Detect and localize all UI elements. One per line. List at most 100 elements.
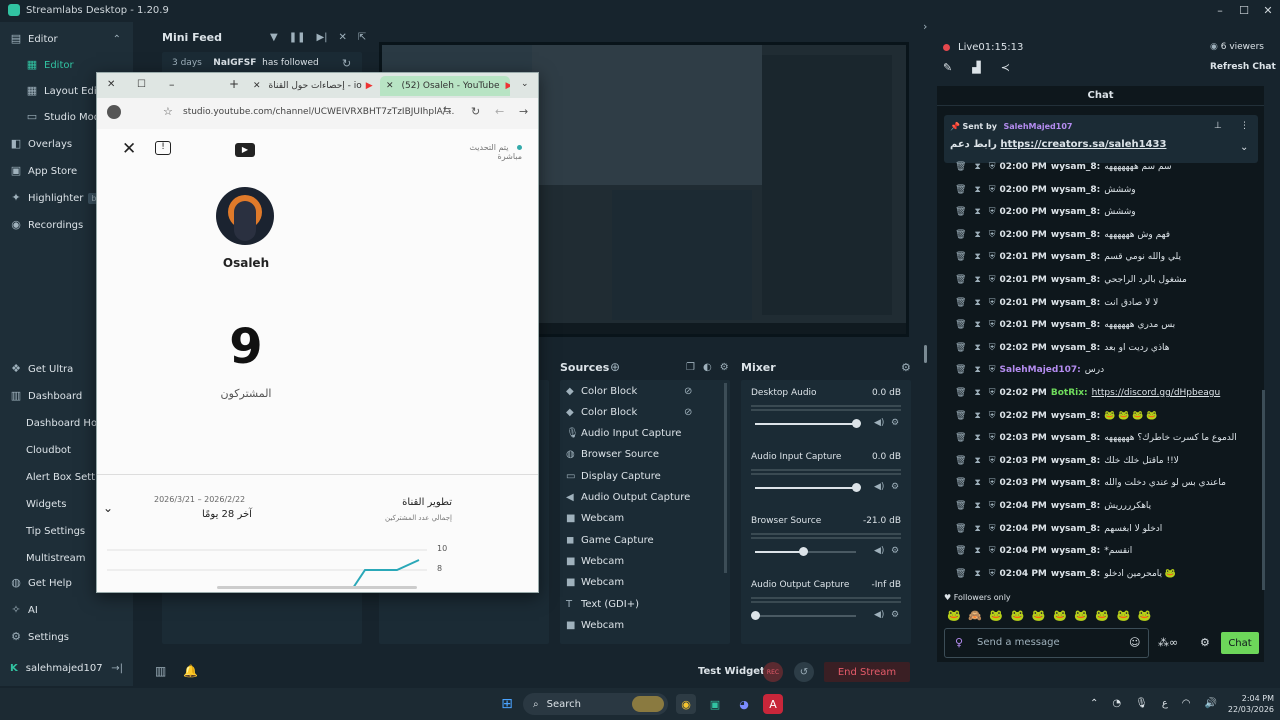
timeout-icon[interactable]: ⧗	[974, 456, 980, 466]
close-window-icon[interactable]: ✕	[107, 79, 115, 90]
timeout-icon[interactable]: ⧗	[974, 388, 980, 398]
hide-icon[interactable]: ◐	[703, 362, 712, 373]
volume-knob[interactable]	[799, 547, 809, 556]
delete-icon[interactable]: 🗑	[955, 162, 966, 172]
volume-slider[interactable]	[751, 611, 856, 620]
delete-icon[interactable]: 🗑	[955, 230, 966, 240]
test-widgets-label[interactable]: Test Widgets	[698, 666, 771, 677]
reload-icon[interactable]: ↻	[471, 105, 480, 118]
windows-start-icon[interactable]: ⊞	[497, 694, 517, 714]
source-item[interactable]: ▭ Display Capture	[566, 466, 706, 486]
source-item[interactable]: ◍ Browser Source	[566, 445, 706, 465]
dashboard-icon[interactable]: ▟	[972, 61, 980, 74]
tray-chevron-icon[interactable]: ⌃	[1090, 698, 1098, 709]
message-user[interactable]: wysam_8:	[1051, 185, 1100, 195]
delete-icon[interactable]: 🗑	[955, 433, 966, 443]
mic-tray-icon[interactable]: 🎙	[1135, 698, 1148, 709]
message-user[interactable]: wysam_8:	[1051, 207, 1100, 217]
delete-icon[interactable]: 🗑	[955, 388, 966, 398]
gear-icon[interactable]: ⚙	[891, 546, 899, 556]
skip-icon[interactable]: ▶|	[316, 32, 327, 43]
message-user[interactable]: wysam_8:	[1051, 298, 1100, 308]
message-user[interactable]: wysam_8:	[1051, 252, 1100, 262]
channel-avatar[interactable]	[216, 187, 274, 245]
replay-icon[interactable]: ↺	[794, 662, 814, 682]
refresh-chat-button[interactable]: Refresh Chat	[1210, 62, 1276, 72]
streamlabs-taskbar-icon[interactable]: ▣	[705, 694, 725, 714]
timeout-icon[interactable]: ⧗	[974, 320, 980, 330]
sidebar-item-settings[interactable]: ⚙ Settings	[0, 624, 133, 650]
message-user[interactable]: wysam_8:	[1051, 478, 1100, 488]
timeout-icon[interactable]: ⧗	[974, 207, 980, 217]
collapse-chevron-icon[interactable]: ⌃	[113, 34, 121, 45]
message-user[interactable]: wysam_8:	[1051, 433, 1100, 443]
taskbar-search[interactable]: ⌕ Search	[523, 693, 668, 715]
tab-close-icon[interactable]: ✕	[386, 81, 394, 91]
restore-window-icon[interactable]: ☐	[137, 79, 146, 90]
message-user[interactable]: wysam_8:	[1051, 411, 1100, 421]
filter-icon[interactable]: ▼	[270, 32, 278, 43]
chat-settings-icon[interactable]: ⚙	[1200, 636, 1210, 649]
feedback-icon[interactable]: !	[155, 141, 171, 155]
message-user[interactable]: wysam_8:	[1051, 162, 1100, 172]
tab-channel[interactable]: ✕ (52) Osaleh - YouTube ▶	[380, 76, 510, 96]
minimize-button[interactable]: –	[1208, 0, 1232, 20]
delete-icon[interactable]: 🗑	[955, 524, 966, 534]
message-user[interactable]: wysam_8:	[1051, 230, 1100, 240]
gear-icon[interactable]: ⚙	[891, 482, 899, 492]
gear-icon[interactable]: ⚙	[891, 418, 899, 428]
resize-handle[interactable]	[924, 345, 927, 363]
delete-icon[interactable]: 🗑	[955, 185, 966, 195]
timeout-icon[interactable]: ⧗	[974, 252, 980, 262]
message-user[interactable]: wysam_8:	[1051, 546, 1100, 556]
timeout-icon[interactable]: ⧗	[974, 185, 980, 195]
share-icon[interactable]: ≺	[1001, 61, 1010, 74]
source-item[interactable]: ■ Webcam	[566, 551, 706, 571]
message-user[interactable]: wysam_8:	[1051, 456, 1100, 466]
delete-icon[interactable]: 🗑	[955, 343, 966, 353]
forward-icon[interactable]: →	[519, 105, 528, 118]
language-indicator[interactable]: ع	[1162, 698, 1168, 709]
expand-chevron-icon[interactable]: ⌄	[103, 501, 113, 515]
edit-icon[interactable]: ✎	[943, 61, 952, 74]
timeout-icon[interactable]: ⧗	[974, 478, 980, 488]
popout-icon[interactable]: ⇱	[358, 32, 366, 43]
gear-icon[interactable]: ⚙	[891, 610, 899, 620]
unpin-icon[interactable]: ⊥	[1214, 121, 1222, 131]
chat-input[interactable]: ♀ Send a message ☺	[944, 628, 1149, 658]
delete-icon[interactable]: 🗑	[955, 298, 966, 308]
timeout-icon[interactable]: ⧗	[974, 569, 980, 579]
volume-icon[interactable]: ◀)	[874, 418, 884, 428]
source-item[interactable]: T Text (GDI+)	[566, 594, 706, 614]
maximize-button[interactable]: ☐	[1232, 0, 1256, 20]
sidebar-item-editor[interactable]: ▤ Editor ⌃	[0, 26, 133, 52]
volume-icon[interactable]: ◀)	[874, 482, 884, 492]
clock[interactable]: 2:04 PM 22/03/2026	[1222, 693, 1274, 715]
timeout-icon[interactable]: ⧗	[974, 275, 980, 285]
message-link[interactable]: https://discord.gg/dHpbeagu	[1092, 388, 1221, 398]
chrome-icon[interactable]: ◉	[676, 694, 696, 714]
delete-icon[interactable]: 🗑	[955, 252, 966, 262]
rec-button[interactable]: REC	[763, 662, 783, 682]
logout-icon[interactable]: →|	[111, 663, 123, 674]
tab-close-icon[interactable]: ✕	[253, 81, 261, 91]
timeout-icon[interactable]: ⧗	[974, 230, 980, 240]
message-user[interactable]: wysam_8:	[1051, 524, 1100, 534]
youtube-studio-window[interactable]: ✕ ☐ – + ✕ إحصاءات حول القناة - io ▶ ✕ (5…	[96, 72, 539, 593]
volume-icon[interactable]: ◀)	[874, 610, 884, 620]
mixer-settings-icon[interactable]: ⚙	[901, 361, 911, 374]
send-chat-button[interactable]: Chat	[1221, 632, 1259, 654]
new-tab-icon[interactable]: +	[229, 77, 239, 91]
close-button[interactable]: ✕	[1256, 0, 1280, 20]
delete-icon[interactable]: 🗑	[955, 275, 966, 285]
horizontal-scrollbar[interactable]	[217, 586, 417, 589]
source-item[interactable]: ◼ Game Capture	[566, 530, 706, 550]
sidebar-item-ai[interactable]: ✧ AI	[0, 597, 133, 623]
message-user[interactable]: SalehMajed107:	[1000, 365, 1081, 375]
message-user[interactable]: wysam_8:	[1051, 569, 1100, 579]
timeout-icon[interactable]: ⧗	[974, 546, 980, 556]
visibility-off-icon[interactable]: ⊘	[684, 407, 692, 418]
discord-icon[interactable]: ◕	[734, 694, 754, 714]
minimize-window-icon[interactable]: –	[169, 78, 175, 91]
collapse-chevron-icon[interactable]: ›	[923, 20, 927, 33]
